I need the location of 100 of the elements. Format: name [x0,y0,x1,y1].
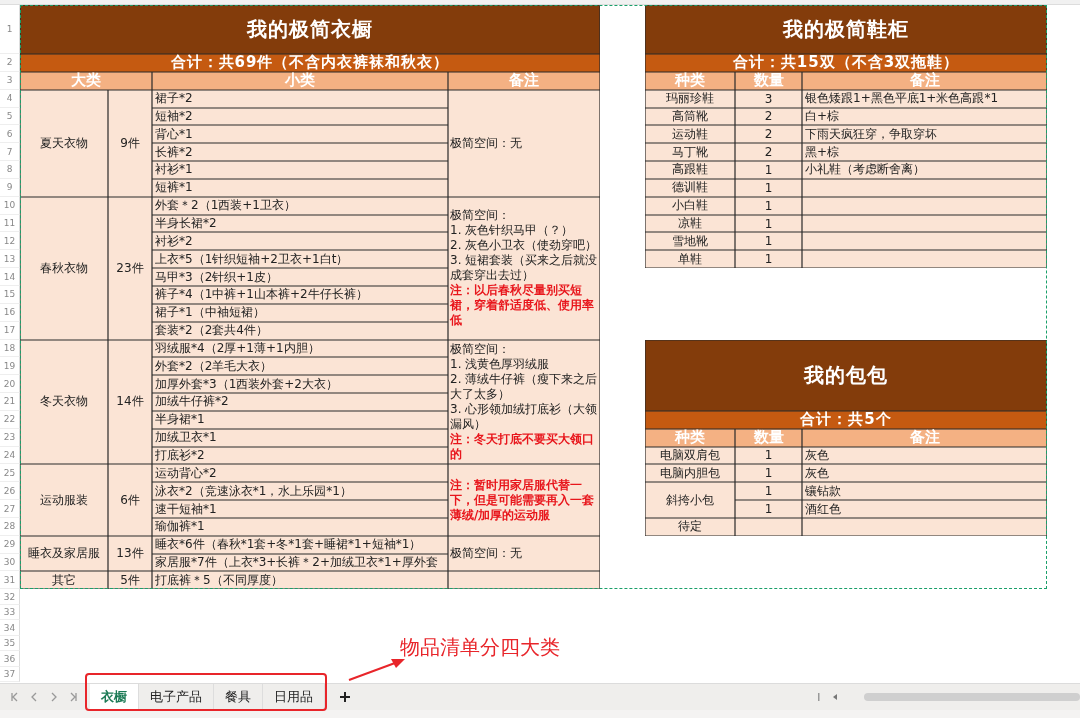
sheet-tab[interactable]: 衣橱 [90,684,139,710]
row-number: 31 [0,571,20,590]
row-number: 6 [0,125,20,144]
note-text: 极简空间： [450,208,511,224]
note-cell: 下雨天疯狂穿，争取穿坏 [802,125,1047,144]
note-cell: 镶钻款 [802,482,1047,501]
count-cell: 13件 [108,535,152,572]
row-number: 10 [0,196,20,215]
chevron-bar-right-icon[interactable] [68,691,80,703]
item-cell: 加绒牛仔裤*2 [152,393,448,411]
row-number: 3 [0,71,20,90]
type-cell: 高跟鞋 [645,161,735,179]
note-cell: 灰色 [802,464,1047,483]
warning-note: 注：暂时用家居服代替一下，但是可能需要再入一套薄绒/加厚的运动服 [450,477,595,523]
count-cell: 23件 [108,196,152,340]
note-cell: 酒红色 [802,500,1047,518]
row-number: 29 [0,535,20,554]
chevron-bar-left-icon[interactable] [8,691,20,703]
note-text: 极简空间：无 [450,135,523,151]
row-number: 13 [0,250,20,269]
row-number: 25 [0,464,20,483]
item-cell: 上衣*5（1针织短袖+2卫衣+1白t） [152,250,448,269]
count-cell: 1 [735,178,802,197]
row-number: 20 [0,375,20,394]
row-number: 26 [0,482,20,501]
row-number: 4 [0,89,20,108]
note-cell: 黑+棕 [802,143,1047,162]
count-cell: 2 [735,143,802,162]
row-number: 5 [0,107,20,126]
item-cell: 外套＊2（1西装+1卫衣） [152,196,448,215]
count-cell: 1 [735,482,802,501]
sheet-tab[interactable]: 餐具 [214,684,263,710]
note-text: 1. 灰色针织马甲（？） [450,223,575,239]
category-cell: 其它 [20,571,108,590]
item-cell: 套装*2（2套共4件） [152,321,448,340]
row-number: 36 [0,651,20,667]
row-number: 7 [0,143,20,162]
count-cell: 1 [735,232,802,251]
item-cell: 打底裤＊5（不同厚度） [152,571,448,590]
row-number: 37 [0,666,20,683]
type-cell: 德训鞋 [645,178,735,197]
row-number: 22 [0,410,20,429]
note-text: 2. 薄绒牛仔裤（瘦下来之后大了太多） [450,371,598,402]
note-text: 1. 浅黄色厚羽绒服 [450,356,551,372]
table-title: 我的极简鞋柜 [645,5,1047,54]
column-header: 数量 [735,71,802,90]
add-sheet-icon[interactable] [339,691,351,703]
count-cell: 1 [735,161,802,179]
type-cell: 单鞋 [645,250,735,269]
type-cell: 电脑内胆包 [645,464,735,483]
type-cell: 待定 [645,517,735,536]
horizontal-scrollbar[interactable] [818,691,1080,703]
column-header: 种类 [645,428,735,447]
row-number: 15 [0,285,20,304]
warning-note: 注：冬天打底不要买大领口的 [450,431,595,462]
type-cell: 雪地靴 [645,232,735,251]
item-cell: 外套*2（2羊毛大衣） [152,357,448,376]
item-cell: 羽绒服*4（2厚+1薄+1内胆） [152,339,448,358]
item-cell: 长裤*2 [152,143,448,162]
note-text: 3. 心形领加绒打底衫（大领漏风） [450,401,598,432]
table-subtitle: 合计：共69件（不含内衣裤袜和秋衣） [20,54,600,72]
sheet-tab[interactable]: 电子产品 [139,684,214,710]
note-text: 3. 短裙套装（买来之后就没成套穿出去过） [450,253,598,283]
callout-arrow [348,659,405,681]
row-number: 24 [0,446,20,465]
count-cell: 1 [735,250,802,269]
item-cell: 短袖*2 [152,107,448,126]
note-text: 极简空间： [450,341,511,357]
row-number: 33 [0,604,20,621]
item-cell: 衬衫*2 [152,232,448,251]
category-cell: 冬天衣物 [20,339,108,465]
table-subtitle: 合计：共15双（不含3双拖鞋） [645,54,1047,72]
row-number: 11 [0,214,20,233]
item-cell: 加厚外套*3（1西装外套+2大衣） [152,375,448,394]
row-number: 14 [0,268,20,286]
column-header: 数量 [735,428,802,447]
category-cell: 睡衣及家居服 [20,535,108,572]
count-cell: 1 [735,500,802,518]
row-number: 8 [0,161,20,179]
count-cell: 1 [735,196,802,215]
type-cell: 凉鞋 [645,214,735,233]
item-cell: 泳衣*2（竞速泳衣*1，水上乐园*1） [152,482,448,501]
category-cell: 春秋衣物 [20,196,108,340]
sheet-tab[interactable]: 日用品 [263,684,325,710]
table-subtitle: 合计：共5个 [645,410,1047,429]
row-number: 17 [0,321,20,340]
row-number: 30 [0,553,20,572]
row-number: 2 [0,54,20,72]
count-cell: 6件 [108,464,152,536]
item-cell: 裙子*2 [152,89,448,108]
type-cell: 马丁靴 [645,143,735,162]
count-cell: 1 [735,446,802,465]
row-number: 34 [0,620,20,636]
row-number: 28 [0,517,20,536]
row-number: 1 [0,5,20,54]
annotation-text: 物品清单分四大类 [400,634,560,661]
note-cell: 小礼鞋（考虑断舍离） [802,161,1047,179]
item-cell: 背心*1 [152,125,448,144]
item-cell: 速干短袖*1 [152,500,448,518]
note-text: 极简空间：无 [450,546,523,562]
